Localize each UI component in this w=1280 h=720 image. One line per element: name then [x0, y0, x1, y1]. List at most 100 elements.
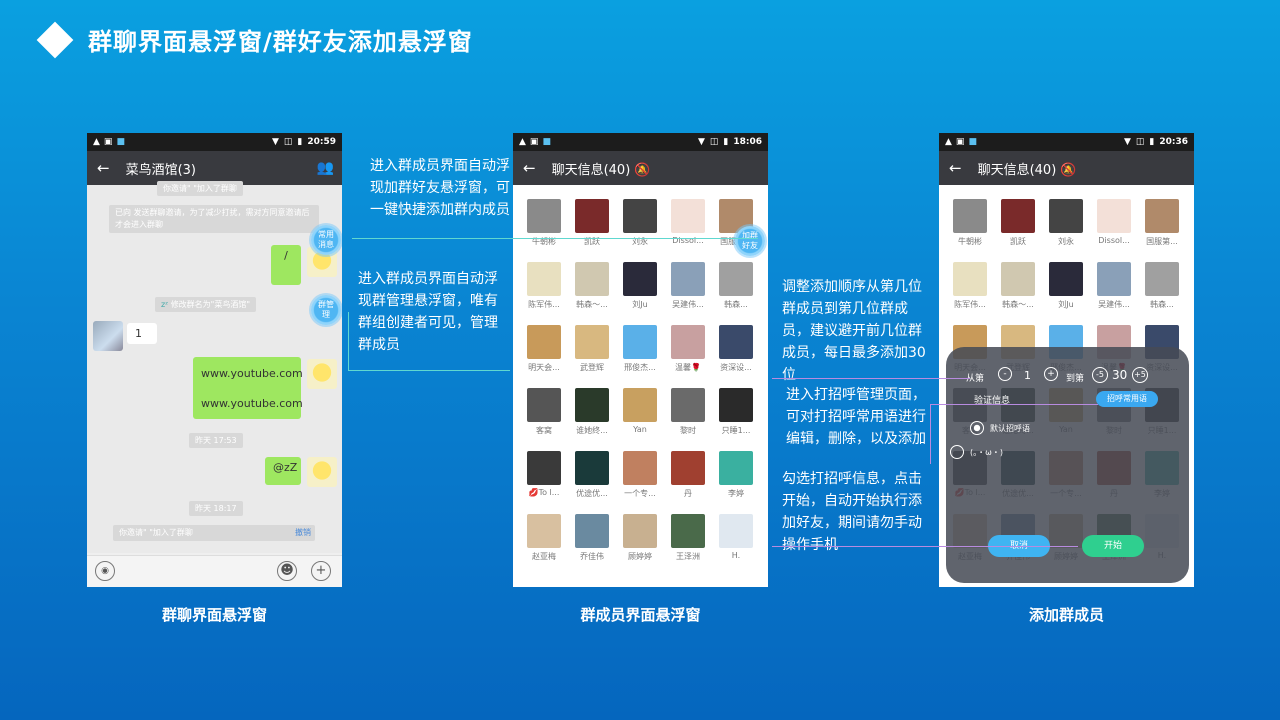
member-avatar[interactable]: [1001, 199, 1035, 233]
floating-button-add-friends[interactable]: 加群 好友: [735, 226, 765, 256]
member-cell[interactable]: 温馨🌹: [664, 325, 712, 373]
message-bubble[interactable]: /: [271, 245, 301, 285]
link-message-bubble[interactable]: www.youtube.com www.youtube.com: [193, 357, 303, 419]
member-avatar[interactable]: [719, 262, 753, 296]
member-avatar[interactable]: [953, 262, 987, 296]
floating-button-common-msg[interactable]: 常用 消息: [311, 225, 341, 255]
avatar[interactable]: [93, 321, 123, 351]
member-cell[interactable]: 资深设...: [712, 325, 760, 373]
link-text[interactable]: www.youtube.com: [201, 359, 303, 389]
member-cell[interactable]: 吴建伟...: [1090, 262, 1138, 310]
member-avatar[interactable]: [1001, 262, 1035, 296]
avatar[interactable]: [307, 359, 337, 389]
member-avatar[interactable]: [623, 451, 657, 485]
member-cell[interactable]: 国服第...: [1138, 199, 1186, 247]
member-cell[interactable]: 刘Ju: [1042, 262, 1090, 310]
member-cell[interactable]: 赵亚梅: [520, 514, 568, 562]
member-avatar[interactable]: [623, 262, 657, 296]
member-avatar[interactable]: [575, 325, 609, 359]
member-avatar[interactable]: [527, 388, 561, 422]
back-arrow-icon[interactable]: ←: [949, 159, 962, 177]
member-avatar[interactable]: [527, 325, 561, 359]
back-arrow-icon[interactable]: ←: [523, 159, 536, 177]
member-avatar[interactable]: [671, 451, 705, 485]
member-avatar[interactable]: [575, 514, 609, 548]
member-cell[interactable]: 陈军伟...: [520, 262, 568, 310]
member-avatar[interactable]: [1049, 262, 1083, 296]
member-avatar[interactable]: [719, 388, 753, 422]
start-button[interactable]: 开始: [1082, 535, 1144, 557]
member-cell[interactable]: 只睡1...: [712, 388, 760, 436]
member-cell[interactable]: 刘永: [1042, 199, 1090, 247]
member-avatar[interactable]: [623, 199, 657, 233]
member-avatar[interactable]: [1145, 199, 1179, 233]
member-cell[interactable]: Yan: [616, 388, 664, 434]
member-cell[interactable]: 谁她终...: [568, 388, 616, 436]
member-cell[interactable]: 凯跃: [994, 199, 1042, 247]
minus-icon[interactable]: -: [998, 367, 1012, 381]
member-avatar[interactable]: [671, 199, 705, 233]
member-avatar[interactable]: [1097, 199, 1131, 233]
member-avatar[interactable]: [1049, 199, 1083, 233]
member-avatar[interactable]: [623, 325, 657, 359]
member-cell[interactable]: 凯跃: [568, 199, 616, 247]
member-avatar[interactable]: [1097, 262, 1131, 296]
member-avatar[interactable]: [719, 325, 753, 359]
member-cell[interactable]: 丹: [664, 451, 712, 499]
member-avatar[interactable]: [1145, 262, 1179, 296]
member-avatar[interactable]: [671, 514, 705, 548]
plus-five-button[interactable]: +5: [1132, 367, 1148, 383]
member-cell[interactable]: 王泽洲: [664, 514, 712, 562]
member-avatar[interactable]: [575, 388, 609, 422]
member-cell[interactable]: 李婷: [712, 451, 760, 499]
message-bubble[interactable]: @zZ: [265, 457, 301, 485]
member-cell[interactable]: Dissol...: [1090, 199, 1138, 245]
back-arrow-icon[interactable]: ←: [97, 159, 110, 177]
to-value[interactable]: 30: [1112, 368, 1127, 382]
member-cell[interactable]: 优途优...: [568, 451, 616, 499]
member-avatar[interactable]: [527, 199, 561, 233]
member-cell[interactable]: 邢俊杰...: [616, 325, 664, 373]
member-cell[interactable]: H.: [712, 514, 760, 560]
greeting-phrases-button[interactable]: 招呼常用语: [1096, 391, 1158, 407]
member-avatar[interactable]: [575, 262, 609, 296]
option-custom-greeting[interactable]: (。・ω・): [970, 447, 1003, 458]
member-avatar[interactable]: [671, 262, 705, 296]
plus-icon[interactable]: +: [311, 561, 331, 581]
member-cell[interactable]: 韩森...: [712, 262, 760, 310]
member-cell[interactable]: 刘永: [616, 199, 664, 247]
member-cell[interactable]: 韩森...: [1138, 262, 1186, 310]
member-cell[interactable]: 武登辉: [568, 325, 616, 373]
member-avatar[interactable]: [719, 514, 753, 548]
group-members-icon[interactable]: 👥: [317, 160, 334, 176]
member-cell[interactable]: 韩森～...: [568, 262, 616, 310]
member-cell[interactable]: 明天会...: [520, 325, 568, 373]
member-cell[interactable]: 黎时: [664, 388, 712, 436]
member-avatar[interactable]: [527, 451, 561, 485]
from-value[interactable]: 1: [1024, 369, 1031, 382]
radio-default-selected[interactable]: [970, 421, 984, 435]
undo-link[interactable]: 撤销: [295, 527, 311, 538]
radio-option[interactable]: [950, 445, 964, 459]
member-cell[interactable]: 刘Ju: [616, 262, 664, 310]
member-cell[interactable]: 一个专...: [616, 451, 664, 499]
member-avatar[interactable]: [575, 451, 609, 485]
voice-icon[interactable]: ◉: [95, 561, 115, 581]
minus-five-button[interactable]: -5: [1092, 367, 1108, 383]
member-cell[interactable]: 客窝: [520, 388, 568, 436]
option-default-greeting[interactable]: 默认招呼语: [990, 423, 1030, 434]
member-avatar[interactable]: [623, 514, 657, 548]
emoji-icon[interactable]: ☻: [277, 561, 297, 581]
plus-icon[interactable]: +: [1044, 367, 1058, 381]
member-avatar[interactable]: [671, 325, 705, 359]
member-cell[interactable]: 💋To l...: [520, 451, 568, 497]
member-avatar[interactable]: [623, 388, 657, 422]
member-cell[interactable]: 吴建伟...: [664, 262, 712, 310]
member-avatar[interactable]: [671, 388, 705, 422]
member-cell[interactable]: 韩森～...: [994, 262, 1042, 310]
member-cell[interactable]: 顾婷婷: [616, 514, 664, 562]
member-cell[interactable]: 牛朝彬: [946, 199, 994, 247]
member-avatar[interactable]: [575, 199, 609, 233]
member-cell[interactable]: 陈军伟...: [946, 262, 994, 310]
avatar[interactable]: [307, 457, 337, 487]
